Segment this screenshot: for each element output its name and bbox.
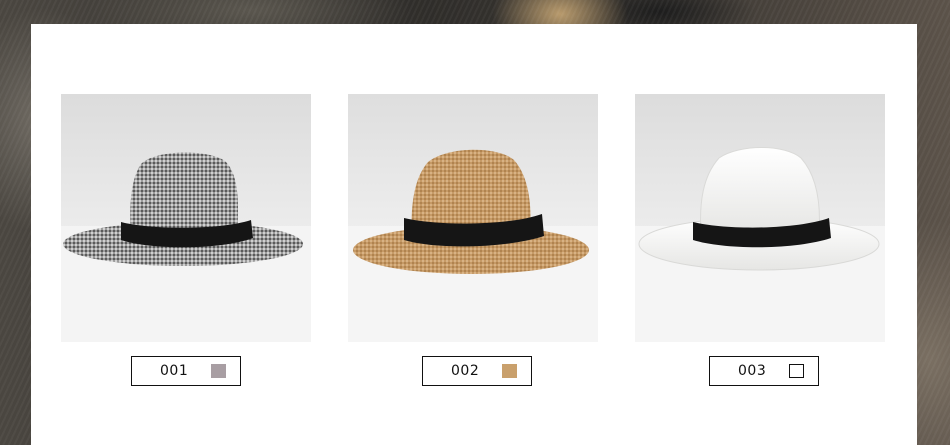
- color-swatch: [789, 364, 804, 378]
- tan-fedora-hat-photo[interactable]: [348, 94, 598, 342]
- product-code: 002: [451, 363, 480, 379]
- color-option-002[interactable]: 002: [422, 356, 532, 386]
- color-option-003[interactable]: 003: [709, 356, 819, 386]
- product-card-002[interactable]: 002: [348, 94, 598, 386]
- white-fedora-hat-photo[interactable]: [635, 94, 885, 342]
- product-color-panel: 001 002 003: [31, 24, 917, 445]
- product-code: 003: [738, 363, 767, 379]
- product-card-003[interactable]: 003: [635, 94, 885, 386]
- color-swatch: [211, 364, 226, 378]
- color-swatch: [502, 364, 517, 378]
- color-option-001[interactable]: 001: [131, 356, 241, 386]
- product-card-001[interactable]: 001: [61, 94, 311, 386]
- product-code: 001: [160, 363, 189, 379]
- gray-fedora-hat-photo[interactable]: [61, 94, 311, 342]
